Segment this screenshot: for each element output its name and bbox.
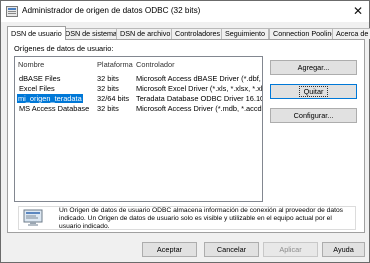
column-header-driver[interactable]: Controlador xyxy=(136,60,175,69)
table-row[interactable]: MS Access Database 32 bits Microsoft Acc… xyxy=(16,104,263,113)
window-title: Administrador de origen de datos ODBC (3… xyxy=(22,6,201,15)
dsn-driver: Microsoft Access Driver (*.mdb, *.accdb) xyxy=(136,104,263,113)
apply-button[interactable]: Aplicar xyxy=(263,242,318,257)
dsn-driver: Teradata Database ODBC Driver 16.10 xyxy=(136,94,263,103)
tab-user-dsn[interactable]: DSN de usuario xyxy=(7,26,66,40)
tab-strip: DSN de usuario DSN de sistema DSN de arc… xyxy=(7,26,370,40)
title-bar: Administrador de origen de datos ODBC (3… xyxy=(1,1,369,22)
table-row[interactable]: dBASE Files 32 bits Microsoft Access dBA… xyxy=(16,74,262,83)
odbc-app-icon xyxy=(6,6,18,17)
tab-file-dsn[interactable]: DSN de archivo xyxy=(116,28,175,39)
table-row-selected[interactable]: mi_origen_teradata 32/64 bits Teradata D… xyxy=(16,94,263,103)
dsn-platform: 32 bits xyxy=(97,104,119,113)
tab-connection-pooling[interactable]: Connection Pooling xyxy=(269,28,340,39)
ok-button[interactable]: Aceptar xyxy=(142,242,197,257)
computer-info-icon xyxy=(23,209,43,226)
dsn-name: mi_origen_teradata xyxy=(17,94,83,103)
section-label: Orígenes de datos de usuario: xyxy=(14,44,114,53)
dsn-list[interactable]: Nombre Plataforma Controlador dBASE File… xyxy=(14,56,263,202)
dsn-driver: Microsoft Excel Driver (*.xls, *.xlsx, *… xyxy=(136,84,263,93)
cancel-button[interactable]: Cancelar xyxy=(204,242,259,257)
user-dsn-panel: Orígenes de datos de usuario: Nombre Pla… xyxy=(7,39,365,233)
column-header-platform[interactable]: Plataforma xyxy=(97,60,133,69)
column-header-name[interactable]: Nombre xyxy=(18,60,44,69)
add-button[interactable]: Agregar... xyxy=(270,60,357,75)
dsn-platform: 32 bits xyxy=(97,74,119,83)
tab-tracing[interactable]: Seguimiento xyxy=(221,28,269,39)
tab-system-dsn[interactable]: DSN de sistema xyxy=(61,28,121,39)
close-icon[interactable]: ✕ xyxy=(347,1,369,21)
configure-button[interactable]: Configurar... xyxy=(270,108,357,123)
dsn-platform: 32 bits xyxy=(97,84,119,93)
remove-button[interactable]: Quitar xyxy=(270,84,357,99)
table-row[interactable]: Excel Files 32 bits Microsoft Excel Driv… xyxy=(16,84,263,93)
tab-drivers[interactable]: Controladores xyxy=(171,28,225,39)
dsn-platform: 32/64 bits xyxy=(97,94,130,103)
tab-about[interactable]: Acerca de xyxy=(332,28,370,39)
help-button[interactable]: Ayuda xyxy=(322,242,365,257)
dsn-name: MS Access Database xyxy=(19,104,90,113)
info-description: Un Origen de datos de usuario ODBC almac… xyxy=(59,207,344,230)
odbc-admin-window: Administrador de origen de datos ODBC (3… xyxy=(0,0,370,263)
remove-button-label: Quitar xyxy=(298,86,329,97)
dsn-driver: Microsoft Access dBASE Driver (*.dbf, *.… xyxy=(136,74,262,83)
dsn-name: Excel Files xyxy=(19,84,55,93)
dsn-name: dBASE Files xyxy=(19,74,61,83)
info-group: Un Origen de datos de usuario ODBC almac… xyxy=(18,206,356,230)
